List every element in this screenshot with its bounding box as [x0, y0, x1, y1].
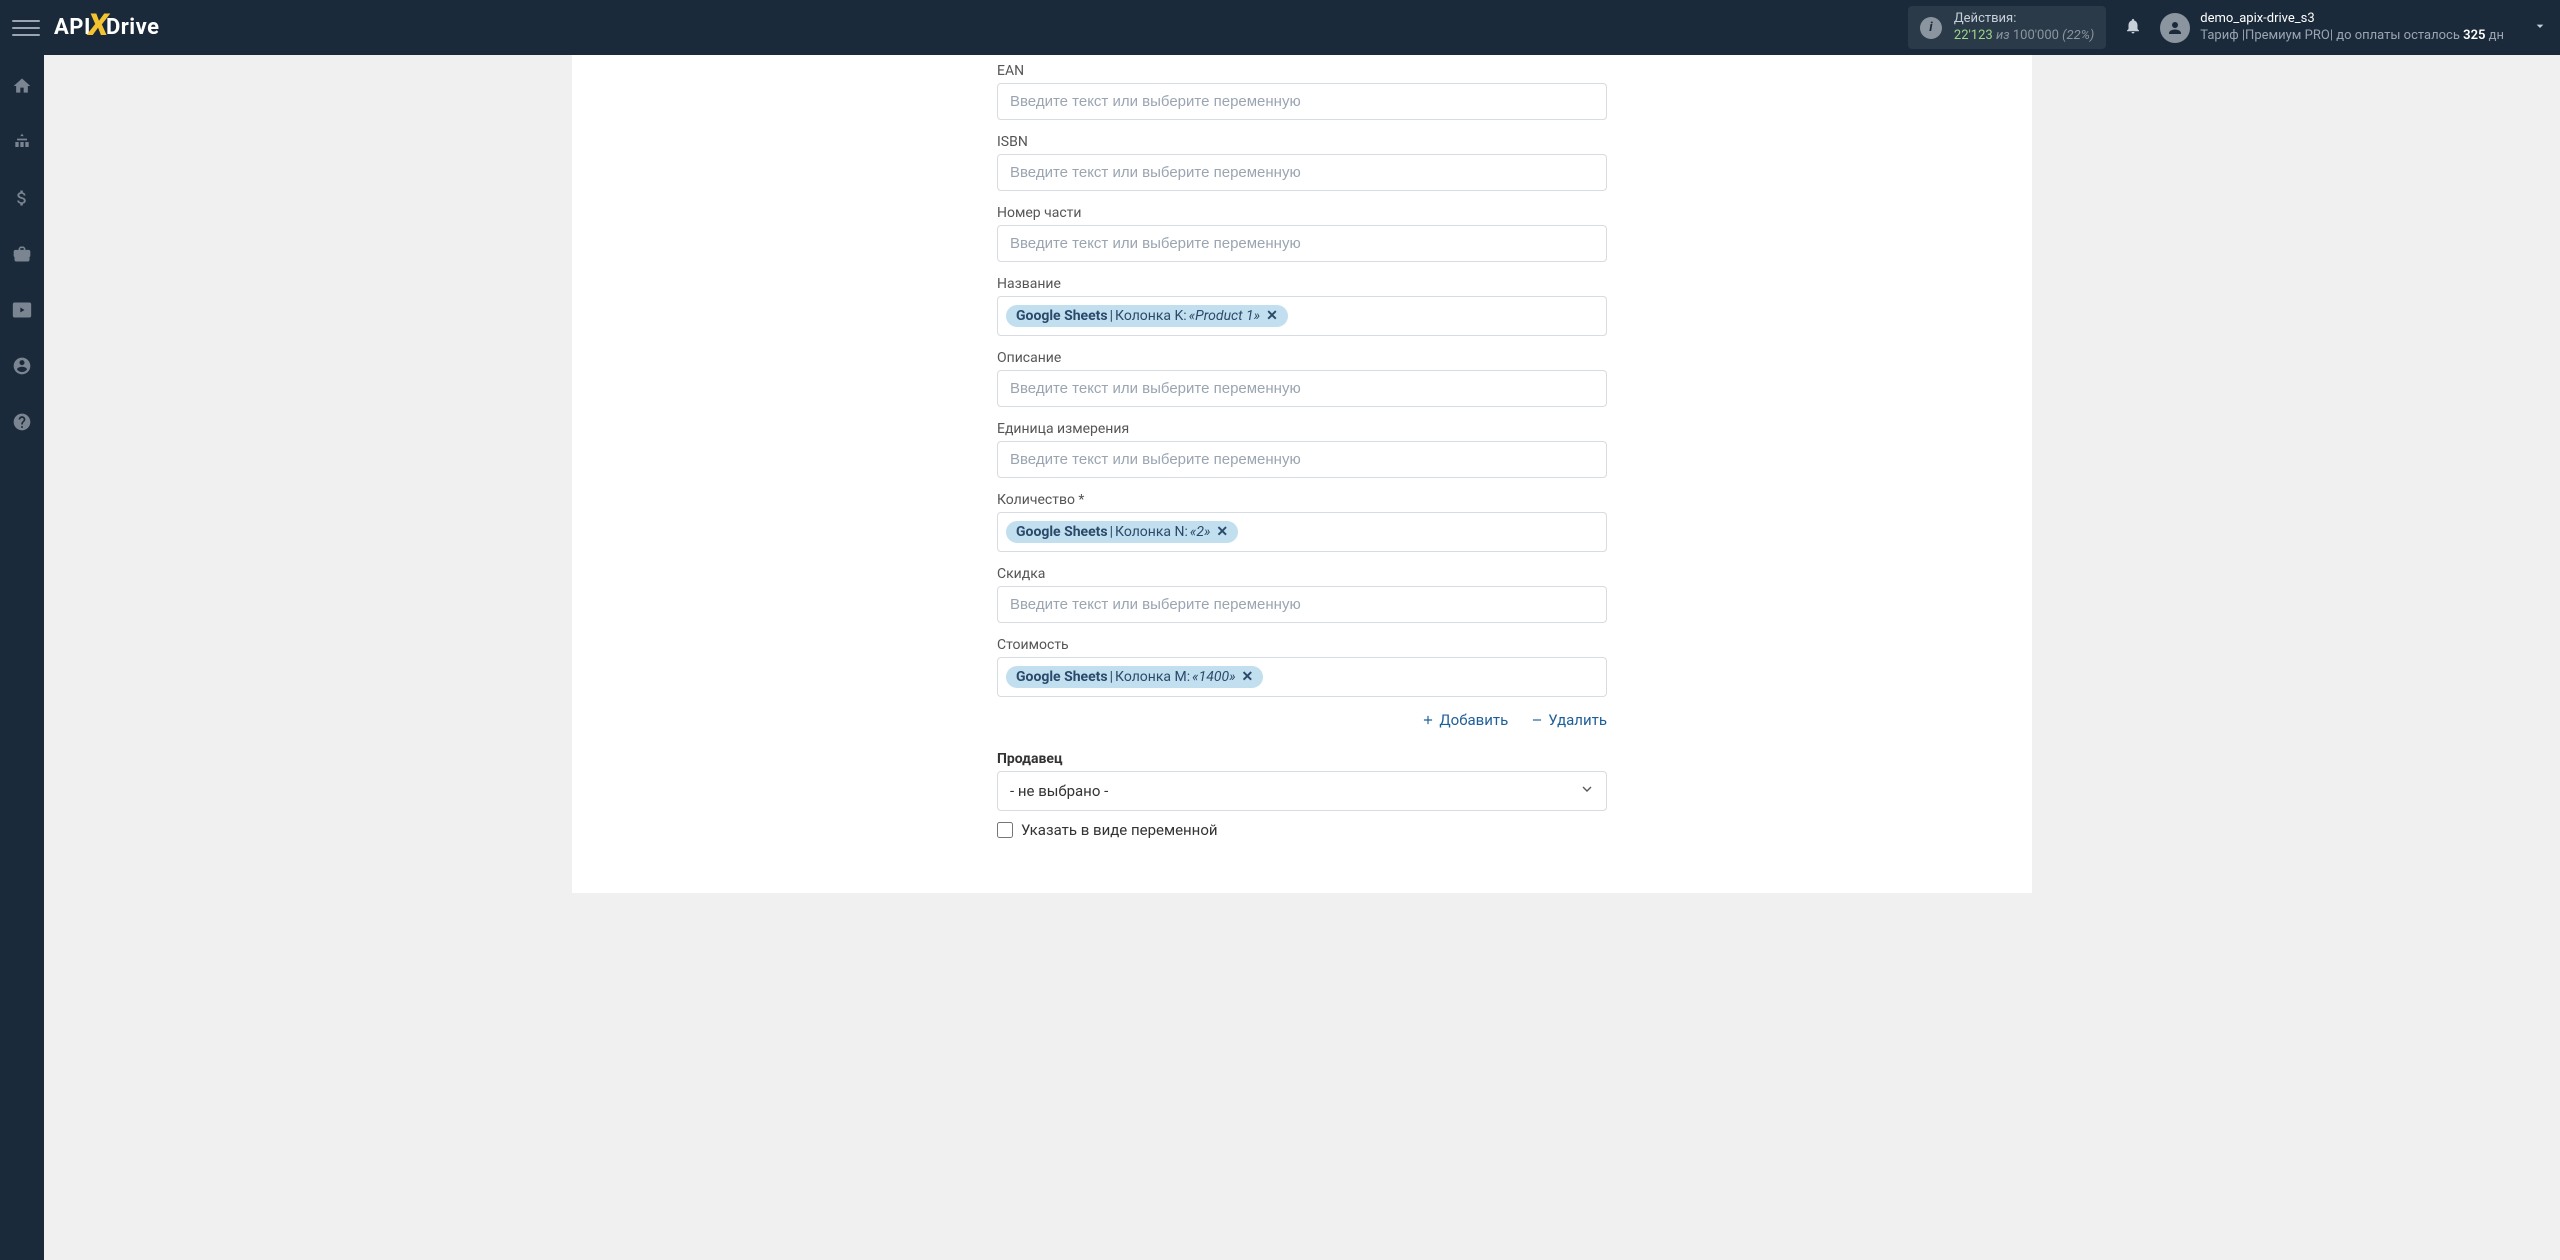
field-qty: Количество * Google Sheets | Колонка N: …	[997, 492, 1607, 552]
notifications-button[interactable]	[2124, 17, 2142, 39]
input-unit[interactable]	[997, 441, 1607, 478]
input-cost[interactable]: Google Sheets | Колонка M: «1400» ✕	[997, 657, 1607, 697]
select-seller[interactable]: - не выбрано -	[997, 771, 1607, 811]
sidebar-home[interactable]	[0, 67, 44, 105]
label-cost: Стоимость	[997, 637, 1607, 653]
avatar-icon	[2160, 13, 2190, 43]
top-header: API X Drive i Действия: 22'123 из 100'00…	[0, 0, 2560, 55]
field-name: Название Google Sheets | Колонка K: «Pro…	[997, 276, 1607, 336]
sidebar-billing[interactable]	[0, 179, 44, 217]
add-button[interactable]: Добавить	[1421, 711, 1508, 729]
menu-toggle-button[interactable]	[12, 14, 40, 42]
label-partnum: Номер части	[997, 205, 1607, 221]
label-name: Название	[997, 276, 1607, 292]
input-discount[interactable]	[997, 586, 1607, 623]
sidebar-account[interactable]	[0, 347, 44, 385]
user-name: demo_apix-drive_s3	[2200, 11, 2504, 28]
actions-sep: из	[1996, 28, 2013, 43]
field-desc: Описание	[997, 350, 1607, 407]
checkbox-label[interactable]: Указать в виде переменной	[1021, 821, 1218, 839]
field-isbn: ISBN	[997, 134, 1607, 191]
tag-remove-cost[interactable]: ✕	[1242, 669, 1254, 685]
actions-total: 100'000	[2013, 28, 2059, 43]
actions-label: Действия:	[1954, 11, 2094, 28]
user-menu[interactable]: demo_apix-drive_s3 Тариф |Премиум PRO| д…	[2160, 11, 2504, 45]
sidebar-help[interactable]	[0, 403, 44, 441]
content-card: EAN ISBN Номер части Название Google She…	[572, 55, 2032, 893]
label-desc: Описание	[997, 350, 1607, 366]
user-tariff: Тариф |Премиум PRO| до оплаты осталось 3…	[2200, 28, 2504, 45]
tag-qty: Google Sheets | Колонка N: «2» ✕	[1006, 521, 1238, 543]
field-seller: Продавец - не выбрано - Указать в виде п…	[997, 751, 1607, 839]
field-discount: Скидка	[997, 566, 1607, 623]
label-qty: Количество *	[997, 492, 1607, 508]
logo-text-drive: Drive	[106, 15, 160, 40]
chevron-down-icon[interactable]	[2532, 18, 2548, 38]
minus-icon	[1530, 713, 1544, 727]
field-partnum: Номер части	[997, 205, 1607, 262]
main-page: EAN ISBN Номер части Название Google She…	[44, 55, 2560, 893]
input-isbn[interactable]	[997, 154, 1607, 191]
logo-x: X	[88, 8, 109, 43]
field-ean: EAN	[997, 63, 1607, 120]
checkbox-variable[interactable]	[997, 822, 1013, 838]
sidebar-video[interactable]	[0, 291, 44, 329]
actions-count: 22'123	[1954, 28, 1993, 43]
input-ean[interactable]	[997, 83, 1607, 120]
logo-text-api: API	[54, 15, 91, 40]
tag-remove-name[interactable]: ✕	[1266, 308, 1278, 324]
actions-pct: (22%)	[2062, 28, 2094, 43]
action-links: Добавить Удалить	[997, 711, 1607, 729]
info-icon: i	[1920, 17, 1942, 39]
sidebar-tools[interactable]	[0, 235, 44, 273]
field-unit: Единица измерения	[997, 421, 1607, 478]
label-unit: Единица измерения	[997, 421, 1607, 437]
field-cost: Стоимость Google Sheets | Колонка M: «14…	[997, 637, 1607, 697]
input-partnum[interactable]	[997, 225, 1607, 262]
sidebar-connections[interactable]	[0, 123, 44, 161]
tag-cost: Google Sheets | Колонка M: «1400» ✕	[1006, 666, 1263, 688]
actions-counter[interactable]: i Действия: 22'123 из 100'000 (22%)	[1908, 6, 2106, 50]
form-container: EAN ISBN Номер части Название Google She…	[997, 55, 1607, 839]
logo[interactable]: API X Drive	[54, 10, 160, 45]
label-isbn: ISBN	[997, 134, 1607, 150]
label-seller: Продавец	[997, 751, 1607, 767]
plus-icon	[1421, 713, 1435, 727]
label-ean: EAN	[997, 63, 1607, 79]
input-desc[interactable]	[997, 370, 1607, 407]
label-discount: Скидка	[997, 566, 1607, 582]
input-name[interactable]: Google Sheets | Колонка K: «Product 1» ✕	[997, 296, 1607, 336]
tag-name: Google Sheets | Колонка K: «Product 1» ✕	[1006, 305, 1288, 327]
input-qty[interactable]: Google Sheets | Колонка N: «2» ✕	[997, 512, 1607, 552]
sidebar	[0, 55, 44, 1260]
tag-remove-qty[interactable]: ✕	[1216, 524, 1228, 540]
delete-button[interactable]: Удалить	[1530, 711, 1607, 729]
